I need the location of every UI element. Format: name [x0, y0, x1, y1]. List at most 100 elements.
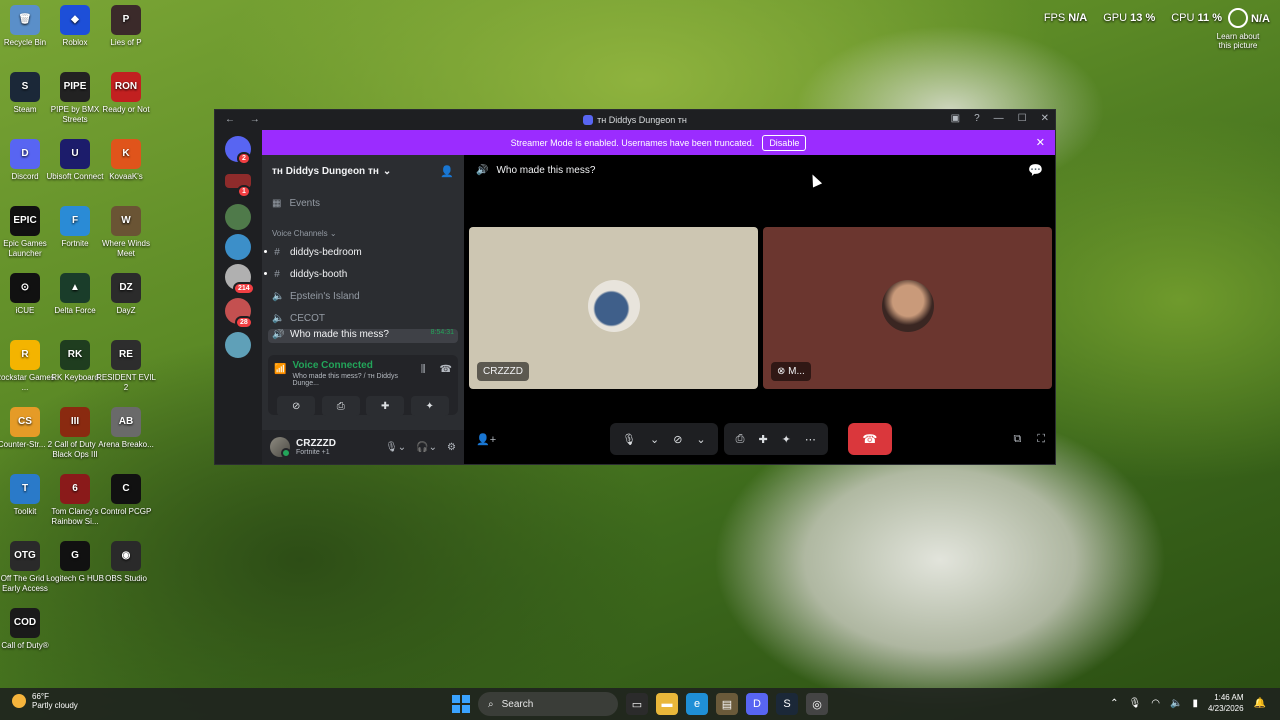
desktop-icon[interactable]: AB Arena Breako... [96, 407, 156, 450]
notification-bell-icon[interactable]: 🔔 [1254, 698, 1266, 709]
soundboard-icon[interactable]: ✦ [782, 433, 791, 446]
clock[interactable]: 1:46 AM 4/23/2026 [1208, 692, 1244, 714]
file-explorer-icon[interactable]: ▬ [656, 693, 678, 715]
camera-off-icon[interactable]: ⊘ [673, 433, 682, 446]
channel-item[interactable]: # diddys-bedroom [262, 241, 464, 263]
maximize-button[interactable]: ☐ [1018, 113, 1027, 124]
camera-off-button[interactable]: ⊘ [277, 396, 316, 416]
activities-button[interactable]: ✚ [366, 396, 405, 416]
desktop-icon[interactable]: COD Call of Duty® [0, 608, 55, 651]
microphone-icon[interactable]: 🎙⌄ [385, 442, 406, 453]
app-icon: EPIC [10, 206, 40, 236]
weather-icon [12, 694, 26, 708]
avatar[interactable] [270, 437, 291, 458]
participant-name-1: CRZZZD [477, 362, 529, 381]
chevron-up-icon[interactable]: ⌃ [1110, 698, 1118, 709]
battery-icon[interactable]: ▮ [1192, 698, 1198, 709]
events-item[interactable]: ▦ Events [262, 191, 464, 215]
app-taskbar-icon[interactable]: ◎ [806, 693, 828, 715]
help-icon[interactable]: ? [974, 113, 980, 124]
xbox-icon [1228, 8, 1248, 28]
nav-arrows[interactable]: ← → [225, 114, 266, 125]
add-person-icon[interactable]: 👤+ [476, 433, 496, 446]
active-channel-label: Who made this mess? [290, 329, 389, 340]
chevron-down-icon: ⌄ [382, 165, 392, 177]
task-view-icon[interactable]: ▭ [626, 693, 648, 715]
app-icon: ◉ [111, 541, 141, 571]
app-icon: W [111, 206, 141, 236]
channel-who-made-this-mess[interactable]: 🔊 Who made this mess? 8:54:31 [268, 329, 458, 343]
app-icon: CS [10, 407, 40, 437]
desktop-icon[interactable]: ◉ OBS Studio [96, 541, 156, 584]
close-button[interactable]: ✕ [1041, 113, 1049, 124]
desktop-icon[interactable]: DZ DayZ [96, 273, 156, 316]
chat-bubble-icon[interactable]: 💬 [1028, 163, 1043, 177]
weather-widget[interactable]: 66°F Partly cloudy [12, 692, 78, 710]
microphone-tray-icon[interactable]: 🎙 [1129, 698, 1142, 709]
server-icon-2[interactable] [225, 204, 251, 230]
popout-icon[interactable]: ⧉ [1013, 433, 1021, 446]
close-banner-icon[interactable]: ✕ [1036, 136, 1045, 149]
video-tile-2[interactable]: ⊗ M... [763, 227, 1052, 389]
server-icon-3[interactable] [225, 234, 251, 260]
channel-item[interactable]: 🔈 Epstein's Island [262, 285, 464, 307]
chevron-down-icon[interactable]: ⌄ [650, 433, 659, 446]
more-options-icon[interactable]: ⋯ [805, 433, 816, 446]
discord-taskbar-icon[interactable]: D [746, 693, 768, 715]
desktop-icon[interactable]: C Control PCGP [96, 474, 156, 517]
edge-icon[interactable]: e [686, 693, 708, 715]
desktop-icon[interactable]: K KovaaK's [96, 139, 156, 182]
call-controls: 🎙 ⌄ ⊘ ⌄ ⎙ ✚ ✦ ⋯ ☎ [610, 423, 892, 455]
minimize-button[interactable]: — [994, 113, 1004, 124]
store-icon[interactable]: ▤ [716, 693, 738, 715]
gpu-stat: GPU 13 % [1103, 12, 1156, 24]
clock-date: 4/23/2026 [1207, 704, 1244, 713]
fullscreen-icon[interactable]: ⛶ [1037, 433, 1045, 446]
desktop-icon[interactable]: RE RESIDENT EVIL 2 [96, 340, 156, 393]
channel-label: CECOT [290, 312, 325, 324]
disable-streamer-mode-button[interactable]: Disable [762, 134, 807, 151]
voice-channels-category[interactable]: Voice Channels ⌄ [262, 229, 464, 241]
share-screen-icon[interactable]: ⎙ [736, 433, 745, 446]
server-header[interactable]: ᴛʜ Diddys Dungeon ᴛʜ ⌄ 👤 [262, 155, 464, 187]
microphone-icon[interactable]: 🎙 [622, 433, 636, 446]
connection-signal-icon[interactable]: 📶 [274, 364, 286, 375]
volume-icon[interactable]: 🔈 [1170, 698, 1182, 709]
start-button[interactable] [452, 695, 470, 713]
app-icon: III [60, 407, 90, 437]
soundboard-button[interactable]: ✦ [410, 396, 449, 416]
desktop-icon[interactable]: P Lies of P [96, 5, 156, 48]
noise-suppression-icon[interactable]: ⫼ [421, 364, 426, 375]
desktop-icon-label: RESIDENT EVIL 2 [96, 373, 156, 392]
user-name[interactable]: CRZZZD [296, 438, 336, 449]
headphones-icon[interactable]: 🎧⌄ [416, 442, 437, 453]
speaker-icon: 🔈 [272, 312, 285, 324]
channel-item[interactable]: # diddys-booth [262, 263, 464, 285]
invite-people-icon[interactable]: 👤 [440, 165, 454, 178]
inbox-icon[interactable]: ▣ [951, 113, 960, 124]
hang-up-button[interactable]: ☎ [847, 423, 892, 455]
learn-about-picture[interactable]: N/A Learn about this picture [1210, 8, 1270, 50]
disconnect-icon[interactable]: ☎ [440, 364, 452, 375]
voice-connected-label[interactable]: Voice Connected [292, 360, 414, 371]
server-icon-6[interactable] [225, 332, 251, 358]
steam-taskbar-icon[interactable]: S [776, 693, 798, 715]
video-tile-1[interactable]: CRZZZD [469, 227, 758, 389]
app-icon: S [10, 72, 40, 102]
home-badge: 2 [237, 152, 251, 165]
settings-gear-icon[interactable]: ⚙ [447, 442, 456, 453]
app-icon: 🗑 [10, 5, 40, 35]
desktop-icon[interactable]: W Where Winds Meet [96, 206, 156, 259]
desktop-icon[interactable]: RON Ready or Not [96, 72, 156, 115]
share-screen-button[interactable]: ⎙ [321, 396, 360, 416]
desktop-icon-label: Call of Duty® [1, 641, 49, 650]
system-tray: ⌃ 🎙 ◠ 🔈 ▮ 1:46 AM 4/23/2026 🔔 [1110, 692, 1266, 714]
speaker-icon: 🔈 [272, 290, 285, 302]
activities-icon[interactable]: ✚ [758, 433, 767, 446]
search-box[interactable]: ⌕ Search [478, 692, 618, 716]
desktop-icon-label: Where Winds Meet [101, 239, 150, 258]
channel-item[interactable]: 🔈 CECOT [262, 307, 464, 329]
wifi-icon[interactable]: ◠ [1151, 698, 1160, 709]
search-label: Search [501, 698, 534, 710]
chevron-down-icon[interactable]: ⌄ [696, 433, 705, 446]
